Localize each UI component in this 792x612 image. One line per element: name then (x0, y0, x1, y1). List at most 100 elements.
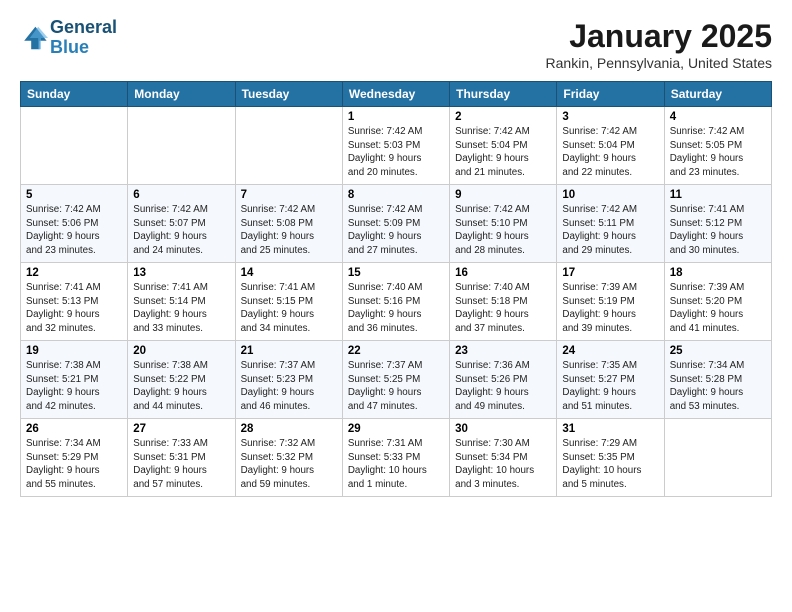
day-number: 26 (26, 423, 122, 435)
title-block: January 2025 Rankin, Pennsylvania, Unite… (546, 18, 772, 71)
day-detail: Sunrise: 7:42 AMSunset: 5:04 PMDaylight:… (455, 125, 551, 180)
logo-icon (20, 24, 48, 52)
day-number: 11 (670, 189, 766, 201)
day-detail: Sunrise: 7:41 AMSunset: 5:14 PMDaylight:… (133, 281, 229, 336)
calendar-cell: 24 Sunrise: 7:35 AMSunset: 5:27 PMDayligh… (557, 341, 664, 419)
logo: General Blue (20, 18, 117, 58)
calendar-week-2: 5Sunrise: 7:42 AMSunset: 5:06 PMDaylight… (21, 185, 772, 263)
header: General Blue January 2025 Rankin, Pennsy… (20, 18, 772, 71)
day-number: 14 (241, 267, 337, 279)
calendar-cell: 2 Sunrise: 7:42 AMSunset: 5:04 PMDaylight… (450, 107, 557, 185)
calendar-cell: 20 Sunrise: 7:38 AMSunset: 5:22 PMDayligh… (128, 341, 235, 419)
location: Rankin, Pennsylvania, United States (546, 55, 772, 71)
calendar-cell: 22Sunrise: 7:37 AMSunset: 5:25 PMDayligh… (342, 341, 449, 419)
day-detail: Sunrise: 7:33 AMSunset: 5:31 PMDaylight:… (133, 437, 229, 492)
day-detail: Sunrise: 7:42 AMSunset: 5:04 PMDaylight:… (562, 125, 658, 180)
calendar-cell: 14 Sunrise: 7:41 AMSunset: 5:15 PMDayligh… (235, 263, 342, 341)
logo-line1: General (50, 18, 117, 38)
day-number: 23 (455, 345, 551, 357)
day-number: 18 (670, 267, 766, 279)
day-detail: Sunrise: 7:32 AMSunset: 5:32 PMDaylight:… (241, 437, 337, 492)
day-number: 20 (133, 345, 229, 357)
calendar-cell: 6 Sunrise: 7:42 AMSunset: 5:07 PMDaylight… (128, 185, 235, 263)
calendar-week-4: 19Sunrise: 7:38 AMSunset: 5:21 PMDayligh… (21, 341, 772, 419)
day-number: 3 (562, 111, 658, 123)
day-number: 1 (348, 111, 444, 123)
day-detail: Sunrise: 7:39 AMSunset: 5:20 PMDaylight:… (670, 281, 766, 336)
day-detail: Sunrise: 7:37 AMSunset: 5:23 PMDaylight:… (241, 359, 337, 414)
calendar-cell: 30 Sunrise: 7:30 AMSunset: 5:34 PMDayligh… (450, 419, 557, 497)
page: General Blue January 2025 Rankin, Pennsy… (0, 0, 792, 612)
day-detail: Sunrise: 7:30 AMSunset: 5:34 PMDaylight:… (455, 437, 551, 492)
day-detail: Sunrise: 7:39 AMSunset: 5:19 PMDaylight:… (562, 281, 658, 336)
day-detail: Sunrise: 7:38 AMSunset: 5:22 PMDaylight:… (133, 359, 229, 414)
col-header-wednesday: Wednesday (342, 82, 449, 107)
calendar-cell: 23 Sunrise: 7:36 AMSunset: 5:26 PMDayligh… (450, 341, 557, 419)
calendar-cell (128, 107, 235, 185)
calendar-cell: 12Sunrise: 7:41 AMSunset: 5:13 PMDayligh… (21, 263, 128, 341)
day-number: 7 (241, 189, 337, 201)
day-detail: Sunrise: 7:35 AMSunset: 5:27 PMDaylight:… (562, 359, 658, 414)
day-number: 9 (455, 189, 551, 201)
day-detail: Sunrise: 7:42 AMSunset: 5:09 PMDaylight:… (348, 203, 444, 258)
calendar-cell: 8Sunrise: 7:42 AMSunset: 5:09 PMDaylight… (342, 185, 449, 263)
calendar: SundayMondayTuesdayWednesdayThursdayFrid… (20, 81, 772, 497)
day-detail: Sunrise: 7:42 AMSunset: 5:08 PMDaylight:… (241, 203, 337, 258)
day-detail: Sunrise: 7:42 AMSunset: 5:11 PMDaylight:… (562, 203, 658, 258)
calendar-cell: 1Sunrise: 7:42 AMSunset: 5:03 PMDaylight… (342, 107, 449, 185)
col-header-tuesday: Tuesday (235, 82, 342, 107)
calendar-cell: 27 Sunrise: 7:33 AMSunset: 5:31 PMDayligh… (128, 419, 235, 497)
month-title: January 2025 (546, 18, 772, 55)
day-detail: Sunrise: 7:42 AMSunset: 5:06 PMDaylight:… (26, 203, 122, 258)
logo-text: General Blue (50, 18, 117, 58)
calendar-cell: 3 Sunrise: 7:42 AMSunset: 5:04 PMDaylight… (557, 107, 664, 185)
calendar-header-row: SundayMondayTuesdayWednesdayThursdayFrid… (21, 82, 772, 107)
day-number: 24 (562, 345, 658, 357)
calendar-cell: 19Sunrise: 7:38 AMSunset: 5:21 PMDayligh… (21, 341, 128, 419)
day-number: 28 (241, 423, 337, 435)
day-detail: Sunrise: 7:42 AMSunset: 5:10 PMDaylight:… (455, 203, 551, 258)
calendar-cell (21, 107, 128, 185)
calendar-cell: 11 Sunrise: 7:41 AMSunset: 5:12 PMDayligh… (664, 185, 771, 263)
calendar-cell: 26 Sunrise: 7:34 AMSunset: 5:29 PMDayligh… (21, 419, 128, 497)
day-detail: Sunrise: 7:34 AMSunset: 5:28 PMDaylight:… (670, 359, 766, 414)
day-number: 19 (26, 345, 122, 357)
day-number: 16 (455, 267, 551, 279)
col-header-friday: Friday (557, 82, 664, 107)
day-number: 29 (348, 423, 444, 435)
logo-line2: Blue (50, 38, 117, 58)
day-detail: Sunrise: 7:42 AMSunset: 5:07 PMDaylight:… (133, 203, 229, 258)
day-detail: Sunrise: 7:41 AMSunset: 5:12 PMDaylight:… (670, 203, 766, 258)
calendar-cell: 16 Sunrise: 7:40 AMSunset: 5:18 PMDayligh… (450, 263, 557, 341)
col-header-saturday: Saturday (664, 82, 771, 107)
calendar-cell (235, 107, 342, 185)
day-number: 17 (562, 267, 658, 279)
col-header-sunday: Sunday (21, 82, 128, 107)
day-detail: Sunrise: 7:41 AMSunset: 5:13 PMDaylight:… (26, 281, 122, 336)
day-detail: Sunrise: 7:40 AMSunset: 5:18 PMDaylight:… (455, 281, 551, 336)
day-number: 31 (562, 423, 658, 435)
day-detail: Sunrise: 7:34 AMSunset: 5:29 PMDaylight:… (26, 437, 122, 492)
day-detail: Sunrise: 7:36 AMSunset: 5:26 PMDaylight:… (455, 359, 551, 414)
calendar-cell: 9 Sunrise: 7:42 AMSunset: 5:10 PMDaylight… (450, 185, 557, 263)
day-number: 2 (455, 111, 551, 123)
calendar-cell: 5Sunrise: 7:42 AMSunset: 5:06 PMDaylight… (21, 185, 128, 263)
calendar-cell: 7 Sunrise: 7:42 AMSunset: 5:08 PMDaylight… (235, 185, 342, 263)
day-number: 30 (455, 423, 551, 435)
day-number: 27 (133, 423, 229, 435)
day-detail: Sunrise: 7:29 AMSunset: 5:35 PMDaylight:… (562, 437, 658, 492)
day-number: 22 (348, 345, 444, 357)
day-detail: Sunrise: 7:42 AMSunset: 5:05 PMDaylight:… (670, 125, 766, 180)
calendar-cell: 25Sunrise: 7:34 AMSunset: 5:28 PMDayligh… (664, 341, 771, 419)
day-detail: Sunrise: 7:31 AMSunset: 5:33 PMDaylight:… (348, 437, 444, 492)
day-detail: Sunrise: 7:41 AMSunset: 5:15 PMDaylight:… (241, 281, 337, 336)
calendar-cell: 29 Sunrise: 7:31 AMSunset: 5:33 PMDayligh… (342, 419, 449, 497)
calendar-cell: 21Sunrise: 7:37 AMSunset: 5:23 PMDayligh… (235, 341, 342, 419)
calendar-cell: 18 Sunrise: 7:39 AMSunset: 5:20 PMDayligh… (664, 263, 771, 341)
calendar-cell: 4Sunrise: 7:42 AMSunset: 5:05 PMDaylight… (664, 107, 771, 185)
day-detail: Sunrise: 7:40 AMSunset: 5:16 PMDaylight:… (348, 281, 444, 336)
col-header-thursday: Thursday (450, 82, 557, 107)
day-number: 6 (133, 189, 229, 201)
calendar-cell: 28 Sunrise: 7:32 AMSunset: 5:32 PMDayligh… (235, 419, 342, 497)
calendar-cell: 15Sunrise: 7:40 AMSunset: 5:16 PMDayligh… (342, 263, 449, 341)
